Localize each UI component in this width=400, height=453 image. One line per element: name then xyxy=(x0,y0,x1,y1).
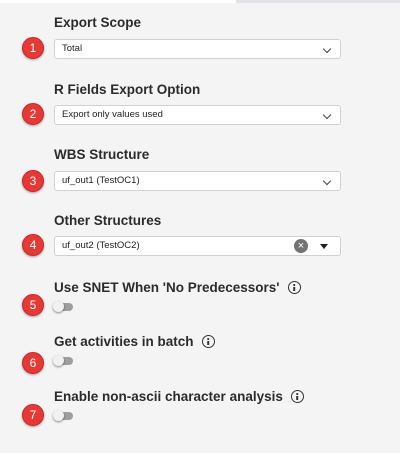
step-badge-4: 4 xyxy=(22,234,44,256)
top-divider-accent xyxy=(0,0,236,3)
toggle-knob xyxy=(53,301,64,312)
batch-toggle[interactable] xyxy=(53,355,73,366)
non-ascii-toggle[interactable] xyxy=(53,410,73,421)
info-icon[interactable] xyxy=(201,335,215,348)
chevron-down-icon xyxy=(322,176,332,186)
wbs-structure-value: uf_out1 (TestOC1) xyxy=(62,175,140,186)
step-badge-1: 1 xyxy=(22,37,44,59)
r-fields-select[interactable]: Export only values used xyxy=(54,105,341,125)
other-structures-label: Other Structures xyxy=(54,213,162,228)
caret-down-icon[interactable] xyxy=(320,244,328,249)
wbs-structure-label: WBS Structure xyxy=(54,147,150,162)
export-scope-select[interactable]: Total xyxy=(54,39,341,59)
step-badge-6: 6 xyxy=(22,352,44,374)
toggle-knob xyxy=(53,410,64,421)
batch-label: Get activities in batch xyxy=(54,334,194,349)
use-snet-toggle[interactable] xyxy=(53,301,73,312)
toggle-knob xyxy=(53,355,64,366)
step-badge-2: 2 xyxy=(22,103,44,125)
non-ascii-title: Enable non-ascii character analysis xyxy=(54,389,304,404)
step-badge-5: 5 xyxy=(22,294,44,316)
wbs-structure-select[interactable]: uf_out1 (TestOC1) xyxy=(54,171,341,191)
other-structures-select[interactable]: uf_out2 (TestOC2) × xyxy=(54,236,341,256)
r-fields-label: R Fields Export Option xyxy=(54,82,201,97)
top-divider xyxy=(0,0,400,3)
export-scope-label: Export Scope xyxy=(54,15,142,30)
info-icon[interactable] xyxy=(290,390,304,403)
chevron-down-icon xyxy=(322,110,332,120)
r-fields-value: Export only values used xyxy=(62,109,163,120)
clear-icon[interactable]: × xyxy=(294,239,308,253)
use-snet-title: Use SNET When 'No Predecessors' xyxy=(54,280,301,295)
export-scope-value: Total xyxy=(62,43,83,54)
step-badge-3: 3 xyxy=(22,170,44,192)
non-ascii-label: Enable non-ascii character analysis xyxy=(54,389,283,404)
other-structures-value: uf_out2 (TestOC2) xyxy=(62,240,140,251)
batch-title: Get activities in batch xyxy=(54,334,215,349)
chevron-down-icon xyxy=(322,44,332,54)
step-badge-7: 7 xyxy=(22,404,44,426)
use-snet-label: Use SNET When 'No Predecessors' xyxy=(54,280,280,295)
info-icon[interactable] xyxy=(287,281,301,294)
